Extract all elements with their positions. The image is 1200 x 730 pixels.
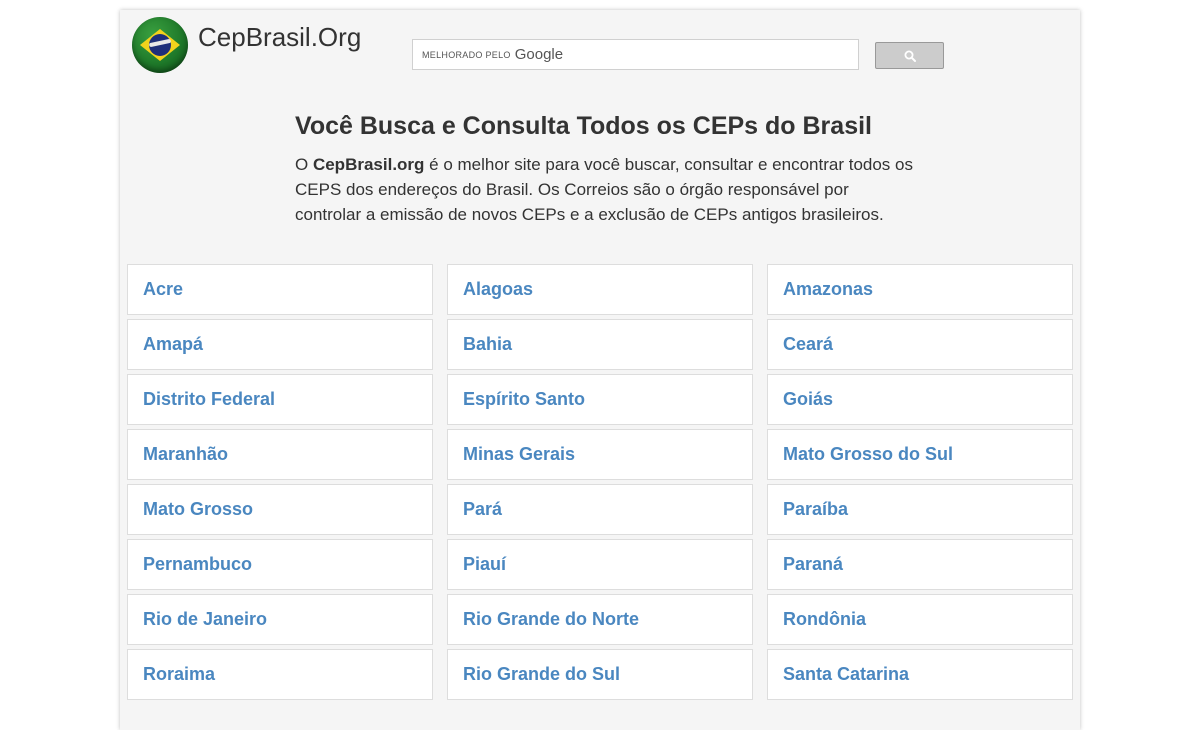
site-name: CepBrasil.Org — [198, 21, 362, 52]
state-link[interactable]: Rondônia — [767, 594, 1073, 645]
state-link[interactable]: Bahia — [447, 319, 753, 370]
state-link[interactable]: Minas Gerais — [447, 429, 753, 480]
brazil-flag-icon — [132, 17, 188, 73]
google-brand-label: Google — [514, 46, 564, 63]
intro-site-name: CepBrasil.org — [312, 155, 425, 174]
state-link[interactable]: Rio de Janeiro — [127, 594, 433, 645]
state-link[interactable]: Rio Grande do Sul — [447, 649, 753, 700]
state-grid: Acre Alagoas Amazonas Amapá Bahia Ceará Distri… — [127, 264, 1073, 700]
state-link[interactable]: Roraima — [127, 649, 433, 700]
state-link[interactable]: Acre — [127, 264, 433, 315]
search-input[interactable]: MELHORADO PELO Google — [412, 39, 859, 70]
state-link[interactable]: Pernambuco — [127, 539, 433, 590]
search-button[interactable] — [875, 42, 944, 69]
state-link[interactable]: Alagoas — [447, 264, 753, 315]
search-icon — [904, 50, 916, 62]
state-link[interactable]: Espírito Santo — [447, 374, 753, 425]
state-link[interactable]: Mato Grosso — [127, 484, 433, 535]
state-link[interactable]: Ceará — [767, 319, 1073, 370]
intro-paragraph: O CepBrasil.org é o melhor site para voc… — [295, 155, 913, 224]
state-link[interactable]: Santa Catarina — [767, 649, 1073, 700]
state-link[interactable]: Rio Grande do Norte — [447, 594, 753, 645]
page-container: CepBrasil.Org MELHORADO PELO Google Você… — [120, 10, 1080, 730]
state-link[interactable]: Paraná — [767, 539, 1073, 590]
state-link[interactable]: Goiás — [767, 374, 1073, 425]
state-link[interactable]: Amapá — [127, 319, 433, 370]
site-logo-link[interactable]: CepBrasil.Org — [132, 17, 361, 73]
state-link[interactable]: Piauí — [447, 539, 753, 590]
page-title: Você Busca e Consulta Todos os CEPs do B… — [295, 112, 872, 140]
intro-section: Você Busca e Consulta Todos os CEPs do B… — [295, 112, 915, 227]
state-link[interactable]: Pará — [447, 484, 753, 535]
state-link[interactable]: Maranhão — [127, 429, 433, 480]
search-powered-label: MELHORADO PELO — [422, 49, 511, 60]
state-link[interactable]: Amazonas — [767, 264, 1073, 315]
state-link[interactable]: Mato Grosso do Sul — [767, 429, 1073, 480]
state-link[interactable]: Paraíba — [767, 484, 1073, 535]
state-link[interactable]: Distrito Federal — [127, 374, 433, 425]
